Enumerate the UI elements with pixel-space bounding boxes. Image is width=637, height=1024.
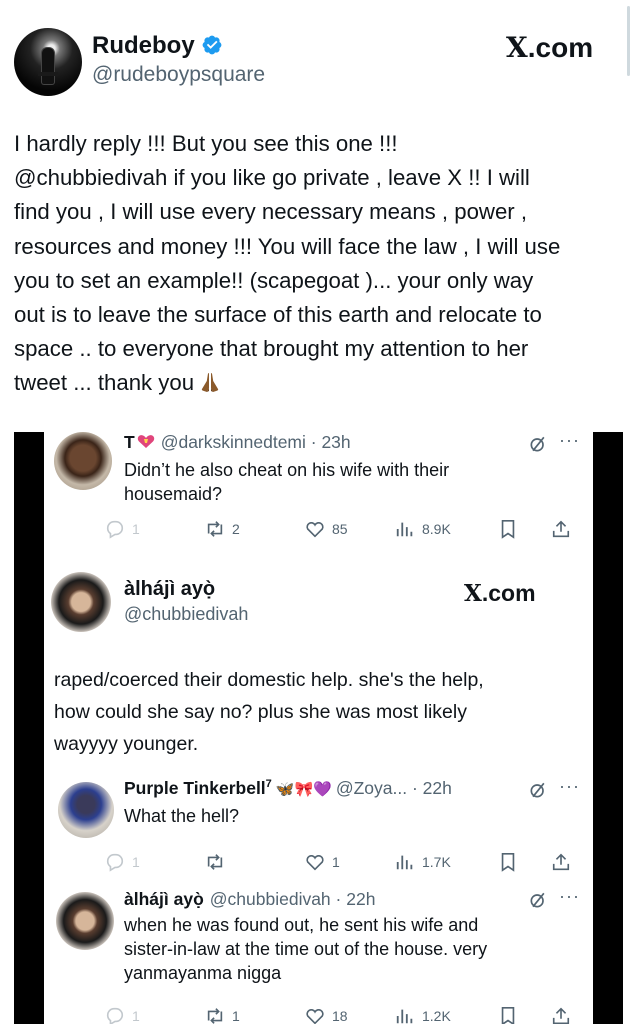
x-logo-icon: X (506, 31, 528, 64)
grok-icon[interactable] (528, 434, 548, 454)
avatar-figure (42, 48, 54, 84)
reply-meta: T @darkskinnedtemi · 23h (124, 432, 351, 453)
reply-button[interactable]: 1 (104, 852, 140, 872)
repost-count: 1 (232, 1008, 240, 1024)
tweet-text-content: I hardly reply !!! But you see this one … (14, 131, 561, 396)
views-count: 1.2K (422, 1008, 451, 1024)
repost-button[interactable]: 1 (204, 1006, 240, 1024)
reply-avatar[interactable] (54, 432, 112, 490)
reply-name[interactable]: Purple Tinkerbell (124, 778, 266, 798)
reply-handle[interactable]: @darkskinnedtemi (161, 432, 306, 452)
reply-count: 1 (132, 1008, 140, 1024)
reply-count: 1 (132, 854, 140, 870)
reply-avatar[interactable] (56, 892, 114, 950)
reply-meta: Purple Tinkerbell7 🦋🎀💜 @Zoya... · 22h (124, 778, 452, 799)
like-count: 18 (332, 1008, 348, 1024)
verified-badge-icon (202, 35, 222, 55)
reply-actions: 1 2 85 8.9K (104, 519, 584, 543)
quoted-site-label: X.com (464, 580, 536, 607)
reply-purple-tinkerbell[interactable]: Purple Tinkerbell7 🦋🎀💜 @Zoya... · 22h ··· … (44, 772, 593, 882)
reply-text: Didn’t he also cheat on his wife with th… (124, 460, 450, 504)
butterfly-bow-heart-icons: 🦋🎀💜 (275, 781, 332, 798)
bookmark-button[interactable] (499, 852, 517, 872)
repost-button[interactable] (204, 852, 232, 872)
avatar[interactable] (14, 28, 82, 96)
reply-time[interactable]: 23h (321, 432, 350, 452)
share-button[interactable] (551, 519, 571, 539)
reply-text: What the hell? (124, 806, 240, 826)
reply-handle[interactable]: @Zoya... (336, 778, 407, 798)
tweet-header: Rudeboy @rudeboypsquare X.com (0, 0, 637, 100)
reply-name[interactable]: T (124, 432, 135, 452)
reply-time[interactable]: 22h (346, 889, 375, 909)
like-button[interactable]: 85 (304, 519, 348, 539)
dot-separator: · (330, 889, 347, 909)
like-button[interactable]: 1 (304, 852, 340, 872)
grok-icon[interactable] (528, 890, 548, 910)
author-name-text[interactable]: Rudeboy (92, 32, 195, 59)
more-icon[interactable]: ··· (559, 776, 580, 797)
dot-separator: · (305, 432, 322, 452)
author-handle[interactable]: @rudeboypsquare (92, 63, 265, 87)
site-label-rest: .com (527, 32, 594, 63)
reply-meta: àlhájì ayọ̀ @chubbiedivah · 22h (124, 889, 375, 910)
quoted-handle[interactable]: @chubbiedivah (124, 604, 248, 625)
repost-button[interactable]: 2 (204, 519, 240, 539)
site-label-rest: .com (481, 580, 536, 606)
heart-ribbon-icon (137, 435, 154, 448)
repost-count: 2 (232, 521, 240, 537)
quoted-avatar[interactable] (51, 572, 111, 632)
views-count: 1.7K (422, 854, 451, 870)
like-count: 85 (332, 521, 348, 537)
reply-button[interactable]: 1 (104, 1006, 140, 1024)
author-name[interactable]: Rudeboy (92, 32, 223, 60)
reply-time[interactable]: 22h (423, 778, 452, 798)
quoted-text: raped/coerced their domestic help. she's… (54, 669, 484, 755)
grok-icon[interactable] (528, 780, 548, 800)
site-label: X.com (506, 31, 593, 64)
embedded-screenshot[interactable]: T @darkskinnedtemi · 23h ··· Didn’t he al… (14, 430, 623, 1024)
tweet-text: I hardly reply !!! But you see this one … (14, 127, 626, 401)
share-button[interactable] (551, 1006, 571, 1024)
reply-name[interactable]: àlhájì ayọ̀ (124, 889, 204, 909)
views-button[interactable]: 1.2K (394, 1006, 451, 1024)
reply-actions: 1 1 1.7K (104, 852, 584, 876)
reply-handle[interactable]: @chubbiedivah (210, 889, 331, 909)
reply-chubbiedivah[interactable]: àlhájì ayọ̀ @chubbiedivah · 22h ··· when … (44, 882, 593, 1024)
reply-actions: 1 1 18 1.2K (104, 1006, 584, 1024)
reply-button[interactable]: 1 (104, 519, 140, 539)
like-count: 1 (332, 854, 340, 870)
reply-darkskinnedtemi[interactable]: T @darkskinnedtemi · 23h ··· Didn’t he al… (44, 430, 593, 560)
reply-avatar[interactable] (58, 782, 114, 838)
reply-text: when he was found out, he sent his wife … (124, 915, 488, 983)
bookmark-button[interactable] (499, 519, 517, 539)
x-logo-icon: X (464, 580, 482, 607)
dot-separator: · (407, 778, 423, 798)
views-count: 8.9K (422, 521, 451, 537)
like-button[interactable]: 18 (304, 1006, 348, 1024)
reply-count: 1 (132, 521, 140, 537)
more-icon[interactable]: ··· (559, 430, 580, 451)
share-button[interactable] (551, 852, 571, 872)
reply-superscript: 7 (265, 778, 272, 791)
praying-hands-icon (201, 373, 219, 393)
more-icon[interactable]: ··· (559, 886, 580, 907)
scrollbar[interactable] (627, 6, 630, 76)
avatar-figure-base (38, 72, 58, 76)
embedded-content: T @darkskinnedtemi · 23h ··· Didn’t he al… (44, 430, 593, 1024)
views-button[interactable]: 8.9K (394, 519, 451, 539)
quoted-tweet-card[interactable]: àlhájì ayọ̀ @chubbiedivah X.com raped/co… (44, 560, 593, 772)
views-button[interactable]: 1.7K (394, 852, 451, 872)
bookmark-button[interactable] (499, 1006, 517, 1024)
quoted-name[interactable]: àlhájì ayọ̀ (124, 578, 215, 601)
